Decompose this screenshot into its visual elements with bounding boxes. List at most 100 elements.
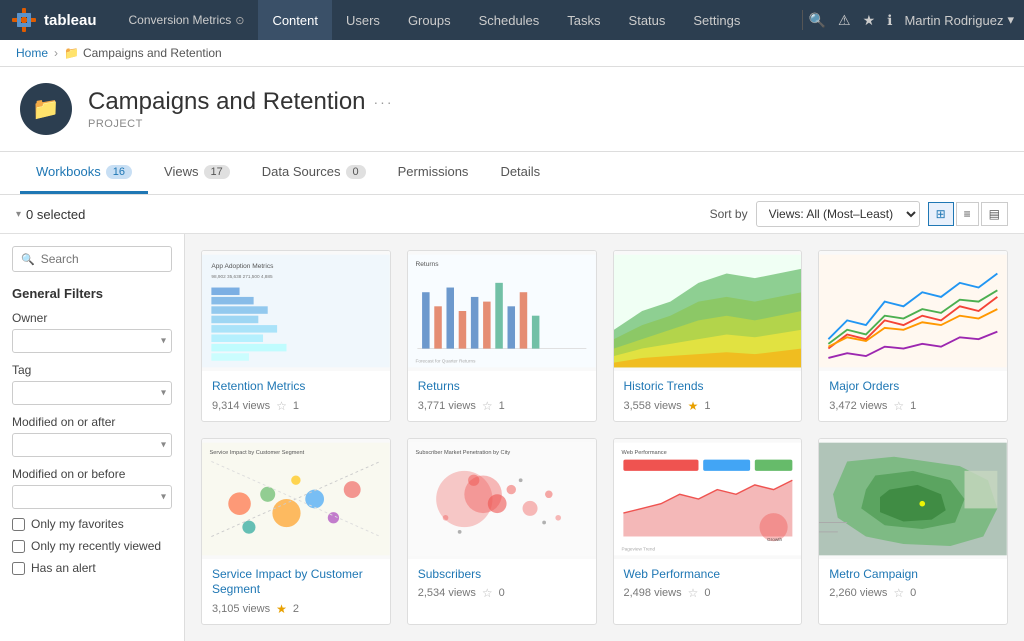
star-icon[interactable]: ☆: [893, 586, 904, 600]
favorites-checkbox[interactable]: [12, 518, 25, 531]
info-icon[interactable]: ℹ: [887, 12, 892, 29]
tab-permissions[interactable]: Permissions: [382, 152, 485, 194]
star-icon[interactable]: ☆: [276, 399, 287, 413]
workbook-info: Web Performance 2,498 views ☆ 0: [614, 559, 802, 609]
workbook-name[interactable]: Major Orders: [829, 379, 997, 395]
top-navigation: tableau Conversion Metrics ⊙ Content Use…: [0, 0, 1024, 40]
breadcrumb: Home › 📁 Campaigns and Retention: [0, 40, 1024, 67]
workbook-meta: 2,260 views ☆ 0: [829, 586, 997, 600]
svg-text:Subscriber Market Penetration: Subscriber Market Penetration by City: [415, 450, 510, 456]
project-more-button[interactable]: ···: [374, 94, 394, 110]
modified-before-select-wrapper: [12, 485, 172, 509]
workbook-meta: 3,771 views ☆ 1: [418, 399, 586, 413]
grid-view-button[interactable]: ⊞: [928, 202, 954, 226]
breadcrumb-home[interactable]: Home: [16, 46, 48, 60]
nav-item-status[interactable]: Status: [615, 0, 680, 40]
selected-count[interactable]: ▾ 0 selected: [16, 207, 85, 222]
workbook-card[interactable]: Returns Forecast for Quarter Returns Ret…: [407, 250, 597, 422]
workbook-card[interactable]: App Adoption Metrics 98,902 35,638 271,5…: [201, 250, 391, 422]
user-menu[interactable]: Martin Rodriguez ▾: [904, 12, 1014, 28]
nav-item-settings[interactable]: Settings: [679, 0, 754, 40]
workbook-card[interactable]: Major Orders 3,472 views ☆ 1: [818, 250, 1008, 422]
filters-title: General Filters: [12, 286, 172, 301]
tag-select-wrapper: [12, 381, 172, 405]
workbook-meta: 3,472 views ☆ 1: [829, 399, 997, 413]
checkbox-favorites[interactable]: Only my favorites: [12, 517, 172, 531]
tag-select[interactable]: [12, 381, 172, 405]
star-icon[interactable]: ☆: [688, 586, 699, 600]
workbook-card[interactable]: Subscriber Market Penetration by City Su…: [407, 438, 597, 625]
svg-text:Growth: Growth: [767, 537, 783, 542]
recently-viewed-checkbox[interactable]: [12, 540, 25, 553]
view-count: 3,771 views: [418, 400, 476, 412]
search-icon[interactable]: 🔍: [809, 12, 826, 29]
tableau-logo[interactable]: tableau: [10, 6, 97, 34]
modified-after-select[interactable]: [12, 433, 172, 457]
star-icon[interactable]: ☆: [482, 586, 493, 600]
workbooks-grid: App Adoption Metrics 98,902 35,638 271,5…: [185, 234, 1024, 641]
star-icon[interactable]: ☆: [893, 399, 904, 413]
folder-icon-large: 📁: [32, 96, 59, 122]
nav-divider: [802, 10, 803, 30]
alert-icon[interactable]: ⚠: [838, 12, 851, 29]
svg-text:Returns: Returns: [415, 261, 439, 268]
favorites-icon[interactable]: ★: [863, 12, 876, 29]
workbook-name[interactable]: Service Impact by Customer Segment: [212, 567, 380, 598]
tab-workbooks[interactable]: Workbooks 16: [20, 152, 148, 194]
workbook-card[interactable]: Historic Trends 3,558 views ★ 1: [613, 250, 803, 422]
user-name: Martin Rodriguez: [904, 13, 1003, 28]
chevron-down-icon: ▾: [16, 209, 21, 220]
workbook-thumbnail: [819, 439, 1007, 559]
workbook-name[interactable]: Retention Metrics: [212, 379, 380, 395]
breadcrumb-separator: ›: [54, 46, 58, 60]
checkbox-has-alert[interactable]: Has an alert: [12, 561, 172, 575]
star-icon[interactable]: ☆: [482, 399, 493, 413]
nav-item-users[interactable]: Users: [332, 0, 394, 40]
project-header: 📁 Campaigns and Retention ··· PROJECT: [0, 67, 1024, 152]
content-area: 🔍 General Filters Owner Tag Modified on …: [0, 234, 1024, 641]
star-count: 1: [293, 400, 299, 412]
owner-select[interactable]: [12, 329, 172, 353]
workbook-card[interactable]: Web Performance Pageview Trend Growth We…: [613, 438, 803, 625]
nav-item-content[interactable]: Content: [258, 0, 332, 40]
workbook-name[interactable]: Web Performance: [624, 567, 792, 583]
sort-label: Sort by: [710, 207, 748, 221]
tab-data-sources[interactable]: Data Sources 0: [246, 152, 382, 194]
search-icon: 🔍: [21, 253, 35, 266]
sort-select[interactable]: Views: All (Most–Least): [756, 201, 920, 227]
nav-item-schedules[interactable]: Schedules: [465, 0, 554, 40]
view-count: 3,472 views: [829, 400, 887, 412]
tab-details[interactable]: Details: [484, 152, 556, 194]
workbook-card[interactable]: Metro Campaign 2,260 views ☆ 0: [818, 438, 1008, 625]
modified-after-select-wrapper: [12, 433, 172, 457]
workbook-breadcrumb-link[interactable]: Conversion Metrics ⊙: [115, 0, 259, 40]
workbook-name[interactable]: Returns: [418, 379, 586, 395]
star-count: 1: [910, 400, 916, 412]
has-alert-checkbox[interactable]: [12, 562, 25, 575]
recently-viewed-label: Only my recently viewed: [31, 539, 161, 553]
sidebar: 🔍 General Filters Owner Tag Modified on …: [0, 234, 185, 641]
modified-before-label: Modified on or before: [12, 467, 172, 481]
star-icon[interactable]: ★: [688, 399, 699, 413]
workbook-name[interactable]: Metro Campaign: [829, 567, 997, 583]
tag-label: Tag: [12, 363, 172, 377]
checkbox-recently-viewed[interactable]: Only my recently viewed: [12, 539, 172, 553]
search-box[interactable]: 🔍: [12, 246, 172, 272]
folder-icon: 📁: [64, 46, 79, 60]
workbook-name[interactable]: Historic Trends: [624, 379, 792, 395]
workbook-name[interactable]: Subscribers: [418, 567, 586, 583]
nav-right-controls: 🔍 ⚠ ★ ℹ Martin Rodriguez ▾: [809, 12, 1014, 29]
list-view-button[interactable]: ≡: [956, 202, 979, 226]
action-bar: ▾ 0 selected Sort by Views: All (Most–Le…: [0, 195, 1024, 234]
tab-views[interactable]: Views 17: [148, 152, 246, 194]
search-input[interactable]: [41, 252, 163, 266]
project-title-block: Campaigns and Retention ··· PROJECT: [88, 88, 394, 130]
tabs-bar: Workbooks 16 Views 17 Data Sources 0 Per…: [0, 152, 1024, 195]
compact-view-button[interactable]: ▤: [981, 202, 1008, 226]
modified-before-select[interactable]: [12, 485, 172, 509]
nav-item-groups[interactable]: Groups: [394, 0, 465, 40]
project-icon: 📁: [20, 83, 72, 135]
star-count: 0: [499, 587, 505, 599]
workbook-card[interactable]: Service Impact by Customer Segment Servi…: [201, 438, 391, 625]
nav-item-tasks[interactable]: Tasks: [553, 0, 614, 40]
